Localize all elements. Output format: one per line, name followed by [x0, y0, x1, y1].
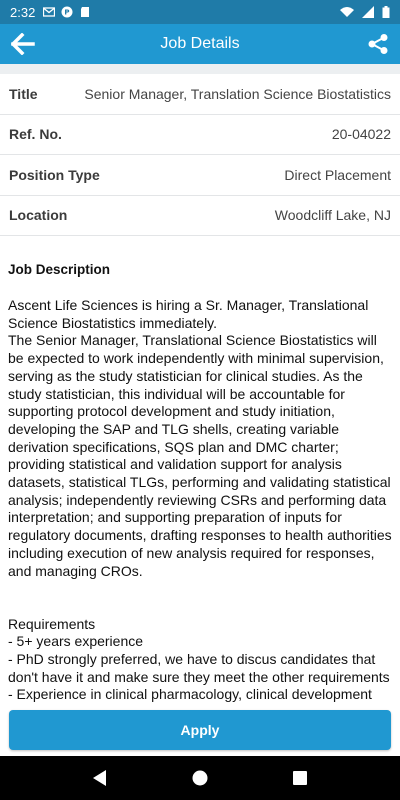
apply-button[interactable]: Apply — [9, 710, 391, 750]
nav-home-button[interactable] — [185, 763, 215, 793]
detail-row-ref-no: Ref. No. 20-04022 — [0, 115, 400, 155]
status-icons-left: P — [43, 6, 91, 18]
status-time: 2:32 — [10, 4, 36, 20]
detail-label: Location — [9, 207, 68, 224]
page-title: Job Details — [160, 35, 240, 52]
detail-value: 20-04022 — [331, 126, 391, 143]
battery-icon — [382, 6, 390, 18]
detail-row-location: Location Woodcliff Lake, NJ — [0, 196, 400, 236]
system-nav-bar — [0, 756, 400, 800]
nav-back-button[interactable] — [85, 763, 115, 793]
detail-value: Woodcliff Lake, NJ — [274, 207, 391, 224]
detail-label: Ref. No. — [9, 126, 62, 143]
detail-label: Title — [9, 85, 38, 102]
nav-recents-icon — [293, 771, 307, 785]
appbar-divider — [0, 64, 400, 74]
apply-area: Apply — [0, 704, 400, 756]
status-bar: 2:32 P — [0, 0, 400, 24]
nav-home-icon — [192, 770, 208, 786]
app-bar: Job Details — [0, 24, 400, 64]
job-details-list: Title Senior Manager, Translation Scienc… — [0, 74, 400, 236]
svg-text:P: P — [65, 9, 70, 17]
detail-label: Position Type — [9, 166, 100, 183]
fp-icon: P — [61, 6, 73, 18]
detail-row-position-type: Position Type Direct Placement — [0, 155, 400, 196]
detail-value: Direct Placement — [284, 166, 391, 183]
nav-recents-button[interactable] — [285, 763, 315, 793]
status-icons-right — [340, 6, 390, 18]
job-description-text: Ascent Life Sciences is hiring a Sr. Man… — [8, 297, 392, 703]
job-description-heading: Job Description — [8, 262, 111, 277]
detail-row-title: Title Senior Manager, Translation Scienc… — [0, 74, 400, 115]
signal-icon — [362, 6, 374, 18]
share-icon — [368, 34, 388, 54]
share-button[interactable] — [364, 30, 392, 58]
detail-value: Senior Manager, Translation Science Bios… — [84, 85, 391, 102]
wifi-icon — [340, 7, 354, 17]
sd-card-icon — [81, 7, 90, 17]
gmail-icon — [43, 7, 56, 17]
nav-back-icon — [93, 770, 106, 786]
job-description-section[interactable]: Job Description Ascent Life Sciences is … — [0, 242, 400, 704]
